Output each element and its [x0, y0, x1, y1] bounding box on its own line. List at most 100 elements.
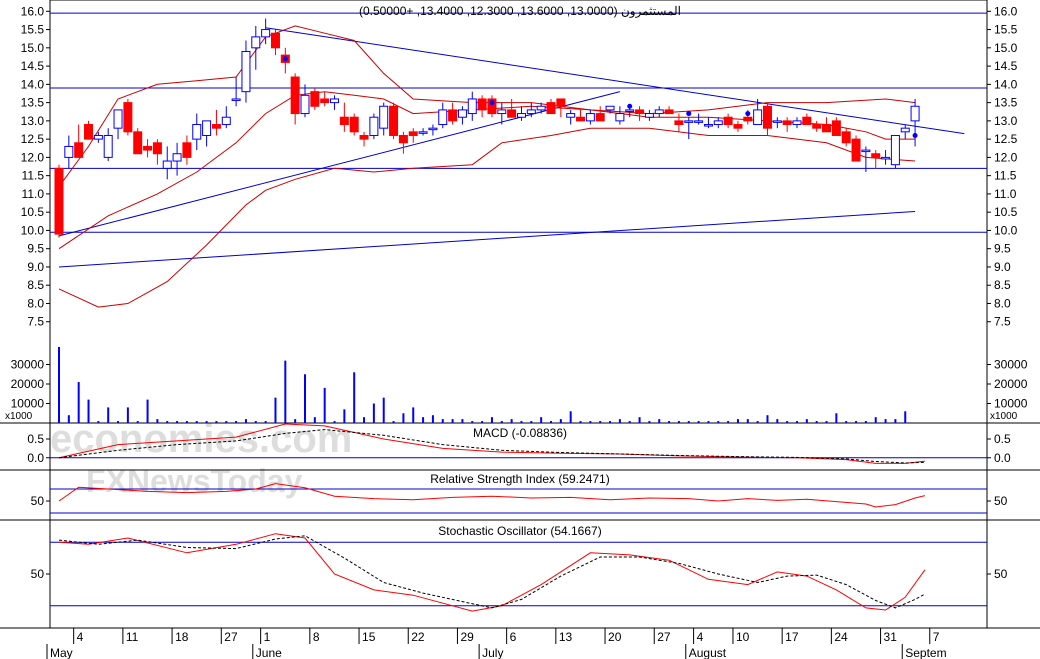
signal-dot: [745, 111, 751, 117]
price-title: المستثمرون (13.0000, 13.6000, 12.3000, 1…: [359, 4, 681, 18]
candle-body-up: [192, 124, 202, 140]
price-tick-left: 13.5: [21, 96, 45, 110]
candle-body-up: [890, 134, 900, 166]
day-tick-label: 27: [657, 630, 671, 644]
rsi-tick-left: 50: [31, 494, 45, 508]
day-tick-label: 31: [884, 630, 898, 644]
price-tick-left: 10.0: [21, 223, 45, 237]
candle-body-down: [359, 134, 369, 140]
price-tick-left: 16.0: [21, 4, 45, 18]
price-tick-left: 14.5: [21, 59, 45, 73]
price-tick-left: 12.0: [21, 150, 45, 164]
candle-body-down: [310, 91, 320, 107]
month-label: July: [482, 646, 503, 659]
candle-body-down: [871, 153, 881, 158]
stock-chart: economies.com FXNewsToday 16.0 16.015.5 15…: [0, 0, 1040, 659]
candle-body-up: [654, 109, 664, 115]
signal-dot: [686, 111, 692, 117]
day-tick-label: 15: [362, 630, 376, 644]
candle-body-up: [103, 134, 113, 158]
x-axis: 4 11 18 27 1 8 15 22 29 6 13 20 27 4 10 17 24 31 7May June J…: [46, 628, 947, 659]
price-tick-left: 10.5: [21, 205, 45, 219]
day-tick-label: 27: [224, 630, 238, 644]
month-label: June: [256, 646, 282, 659]
price-tick-right: 11.0: [994, 187, 1017, 201]
price-tick-right: 9.5: [994, 242, 1011, 256]
candle-body-up: [241, 50, 251, 93]
day-tick-label: 18: [175, 630, 189, 644]
candle-body-up: [526, 109, 536, 115]
candle-body-down: [674, 120, 684, 126]
candle-body-up: [497, 109, 507, 115]
day-tick-label: 4: [697, 630, 704, 644]
candle-body-down: [556, 98, 566, 107]
candle-body-down: [635, 109, 645, 115]
candle-body-up: [64, 145, 74, 158]
volume-unit-left: x1000: [5, 411, 33, 422]
candle-body-up: [585, 113, 595, 122]
candle-body-down: [723, 116, 733, 126]
candle-body-up: [221, 116, 231, 126]
candle-body-down: [546, 102, 556, 115]
candle-body-down: [448, 109, 458, 122]
volume-tick-left: 20000: [11, 377, 45, 391]
candle-body-down: [182, 142, 192, 158]
candle-body-up: [900, 127, 910, 133]
price-tick-right: 7.5: [994, 315, 1011, 329]
candle-body-up: [694, 120, 704, 123]
candle-body-down: [408, 131, 418, 136]
candle-body-down: [477, 98, 487, 111]
month-label: August: [689, 646, 727, 659]
candle-body-down: [143, 145, 153, 151]
candle-body-down: [290, 76, 300, 115]
candle-body-up: [536, 105, 546, 111]
signal-dot: [489, 100, 495, 106]
rsi-tick-right: 50: [994, 494, 1008, 508]
candle-body-up: [231, 98, 241, 101]
candle-body-down: [851, 138, 861, 162]
day-tick-label: 10: [736, 630, 750, 644]
price-tick-left: 7.5: [27, 315, 44, 329]
price-tick-left: 9.5: [27, 242, 44, 256]
price-tick-right: 16.0: [994, 4, 1018, 18]
price-tick-right: 8.5: [994, 278, 1011, 292]
candle-body-up: [703, 124, 713, 127]
candle-body-up: [881, 156, 891, 160]
candle-body-down: [595, 113, 605, 122]
day-tick-label: 4: [77, 630, 84, 644]
macd-title: MACD (-0.08836): [473, 426, 567, 440]
candle-body-down: [349, 116, 359, 133]
day-tick-label: 6: [510, 630, 517, 644]
candle-body-down: [831, 120, 841, 136]
candle-body-up: [369, 116, 379, 136]
candle-body-up: [516, 113, 526, 118]
price-tick-right: 15.5: [994, 23, 1018, 37]
candle-body-down: [733, 124, 743, 129]
month-label: Septem: [905, 646, 946, 659]
candle-body-up: [753, 109, 763, 126]
candle-body-up: [251, 36, 261, 49]
volume-panel: 30000 30000 20000 20000 10000 10000: [11, 346, 1028, 423]
volume-tick-left: 30000: [11, 358, 45, 372]
candle-body-down: [389, 105, 399, 136]
candle-body-down: [841, 131, 851, 144]
candle-body-up: [418, 131, 428, 134]
candle-body-down: [152, 142, 162, 155]
day-tick-label: 1: [264, 630, 271, 644]
candle-body-up: [93, 134, 103, 140]
price-tick-left: 14.0: [21, 77, 45, 91]
month-label: May: [50, 646, 73, 659]
candle-body-up: [713, 120, 723, 126]
trendline: [58, 210, 916, 268]
candle-body-up: [644, 113, 654, 118]
candle-body-down: [398, 134, 408, 144]
candle-body-up: [300, 94, 310, 115]
candle-body-down: [270, 32, 280, 49]
signal-dot: [627, 103, 633, 109]
price-tick-right: 8.0: [994, 296, 1011, 310]
candle-body-up: [467, 98, 477, 115]
price-tick-right: 13.0: [994, 114, 1018, 128]
day-tick-label: 29: [460, 630, 474, 644]
macd-tick-right: 0.0: [994, 451, 1011, 465]
bollinger-middle-band: [58, 91, 916, 250]
